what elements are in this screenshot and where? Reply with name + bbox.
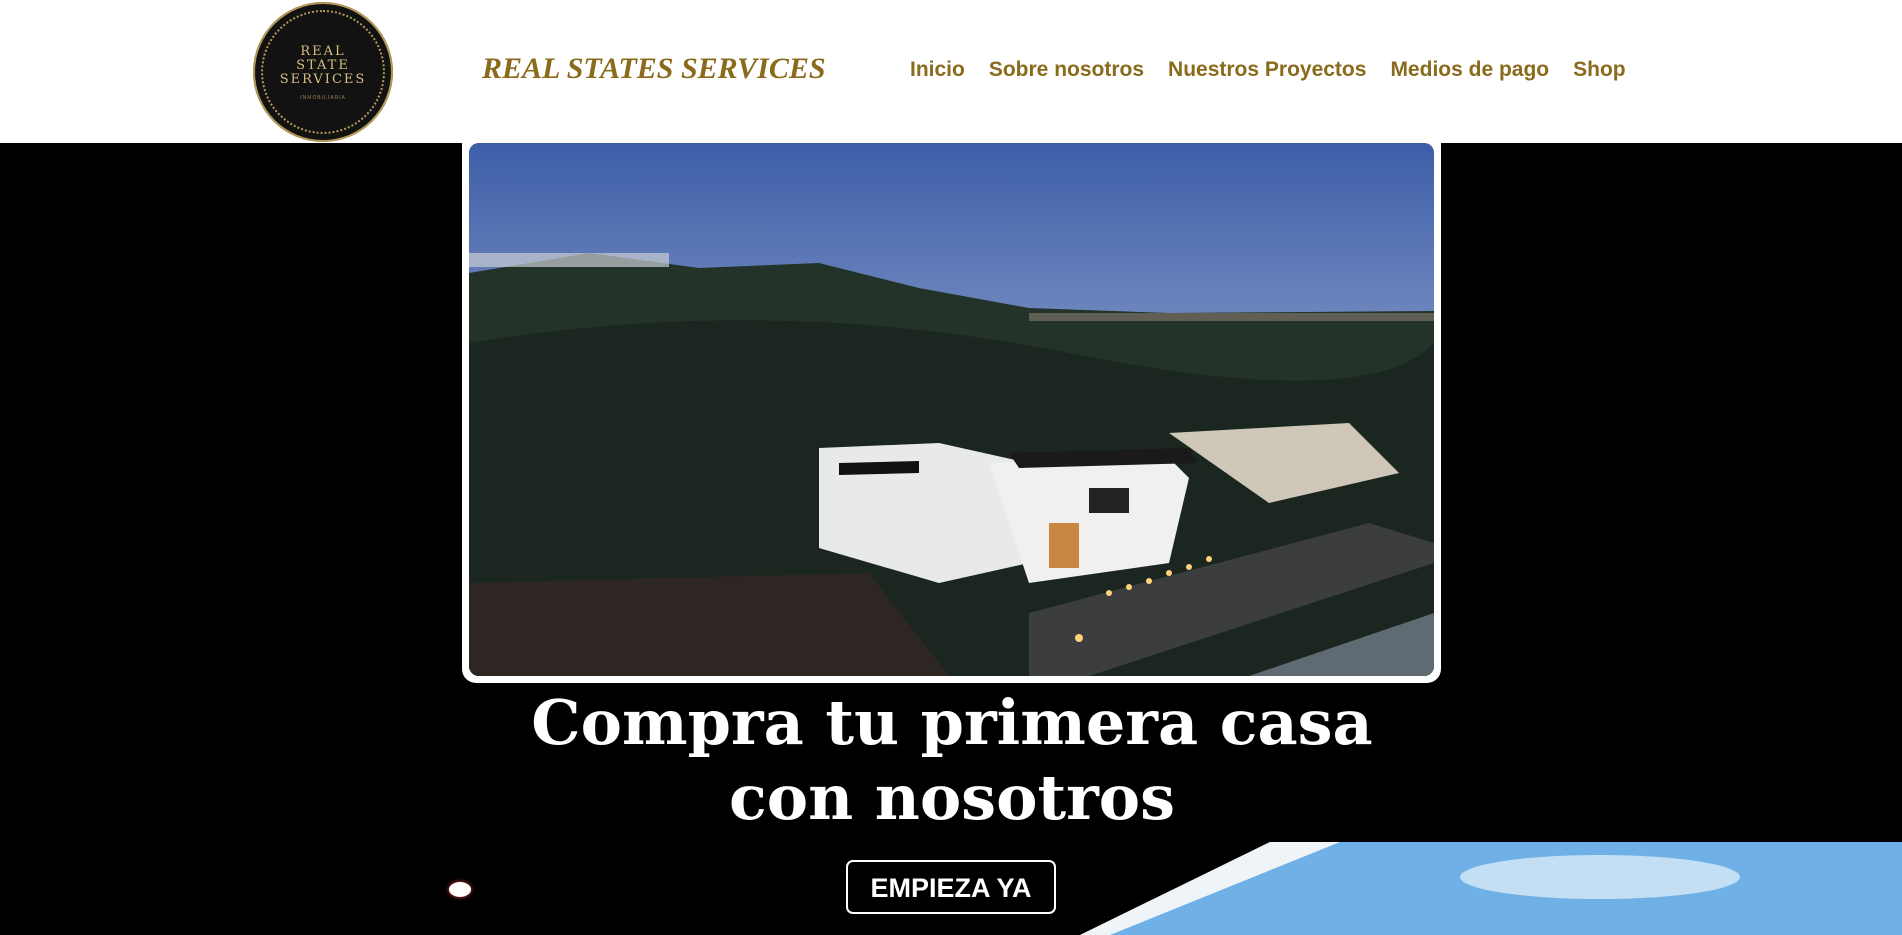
moon-light-decoration: [449, 882, 471, 897]
logo-tagline: INMOBILIARIA: [300, 95, 346, 101]
logo-line-2: STATE: [296, 58, 350, 73]
logo-line-1: REAL: [300, 44, 346, 59]
site-header: REAL STATE SERVICES INMOBILIARIA REAL ST…: [0, 0, 1902, 143]
modern-house: [819, 443, 1199, 583]
nav-item-inicio[interactable]: Inicio: [910, 58, 965, 82]
hero-headline: Compra tu primera casa con nosotros: [452, 685, 1452, 835]
hero-house-photo: [469, 143, 1434, 676]
nav-item-medios-de-pago[interactable]: Medios de pago: [1390, 58, 1549, 82]
start-now-button[interactable]: EMPIEZA YA: [846, 860, 1056, 914]
nav-item-shop[interactable]: Shop: [1573, 58, 1626, 82]
hero-image-frame: [462, 130, 1441, 683]
logo[interactable]: REAL STATE SERVICES INMOBILIARIA: [253, 2, 393, 142]
brand-title[interactable]: REAL STATES SERVICES: [482, 52, 826, 86]
headline-line-2: con nosotros: [728, 761, 1176, 834]
bottom-sky-photo: [1080, 842, 1902, 935]
nav-item-sobre-nosotros[interactable]: Sobre nosotros: [989, 58, 1144, 82]
headline-line-1: Compra tu primera casa: [531, 686, 1373, 759]
logo-line-3: SERVICES: [279, 72, 367, 87]
house-illustration: [469, 143, 1434, 676]
nav-item-nuestros-proyectos[interactable]: Nuestros Proyectos: [1168, 58, 1366, 82]
logo-text: REAL STATE SERVICES: [253, 45, 393, 87]
main-nav: Inicio Sobre nosotros Nuestros Proyectos…: [910, 58, 1650, 82]
